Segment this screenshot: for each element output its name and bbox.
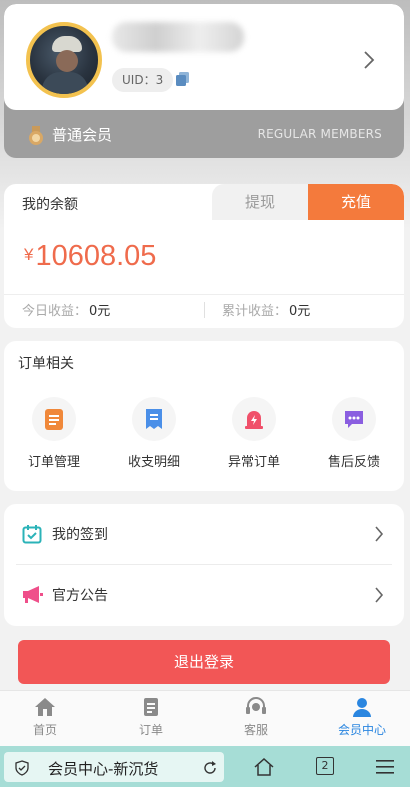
copy-icon[interactable] [174, 70, 192, 88]
orders-title: 订单相关 [18, 356, 74, 372]
withdraw-button[interactable]: 提现 [212, 184, 308, 220]
tab-label: 订单 [138, 723, 163, 737]
tab-label: 首页 [32, 723, 57, 737]
my-checkin-label: 我的签到 [52, 527, 108, 543]
today-earnings-value: 0元 [89, 304, 111, 319]
avatar[interactable] [26, 22, 102, 98]
order-item-label: 订单管理 [27, 455, 80, 470]
order-management-button[interactable]: 订单管理 [14, 397, 94, 477]
total-earnings-label: 累计收益： [222, 304, 288, 319]
abnormal-orders-button[interactable]: 异常订单 [214, 397, 294, 477]
balance-amount: ¥10608.05 [24, 240, 156, 273]
chat-icon [345, 411, 363, 428]
address-bar[interactable]: 会员中心-新沉货 [4, 752, 224, 782]
stat-separator [204, 302, 205, 318]
tabs-count-button[interactable]: 2 [316, 757, 334, 775]
receipt-icon [146, 409, 162, 429]
home-icon [35, 698, 55, 716]
chevron-right-icon[interactable] [362, 50, 376, 70]
official-announcement-label: 官方公告 [52, 588, 108, 604]
medal-icon [29, 126, 43, 145]
logout-button[interactable]: 退出登录 [18, 640, 390, 684]
shield-icon [15, 760, 29, 776]
today-earnings-label: 今日收益： [22, 304, 88, 319]
my-checkin-row[interactable]: 我的签到 [4, 504, 404, 565]
orders-card: 订单相关 订单管理 收支明细 异常订单 售后反馈 [4, 341, 404, 491]
chevron-right-icon [375, 587, 384, 603]
tab-label: 会员中心 [337, 723, 386, 737]
after-sales-button[interactable]: 售后反馈 [314, 397, 394, 477]
links-card: 我的签到 官方公告 [4, 504, 404, 626]
browser-toolbar: 会员中心-新沉货 2 [0, 746, 410, 787]
total-earnings: 累计收益： 0元 [222, 300, 310, 319]
balance-card: 我的余额 提现 充值 ¥10608.05 今日收益： 0元 累计收益： 0元 [4, 184, 404, 328]
chevron-right-icon [375, 526, 384, 542]
balance-value: 10608.05 [35, 240, 157, 272]
divider [4, 294, 404, 295]
order-icon [144, 698, 158, 716]
reload-icon[interactable] [202, 760, 218, 776]
headset-icon [246, 697, 266, 714]
tab-orders[interactable]: 订单 [111, 697, 191, 738]
clipboard-icon [45, 409, 63, 430]
uid-badge: UID：3 [112, 68, 174, 92]
username-blurred [112, 22, 244, 52]
member-level-name: 普通会员 [52, 126, 113, 144]
currency-symbol: ¥ [24, 245, 34, 264]
order-item-label: 售后反馈 [327, 455, 380, 470]
user-icon [353, 698, 371, 717]
order-item-label: 收支明细 [127, 455, 180, 470]
bottom-tabbar: 首页 订单 客服 会员中心 [0, 690, 410, 746]
alarm-icon [245, 411, 263, 429]
home-icon[interactable] [254, 758, 274, 776]
megaphone-icon [23, 586, 43, 603]
recharge-button[interactable]: 充值 [308, 184, 404, 220]
tab-customer-service[interactable]: 客服 [216, 697, 296, 738]
page-title: 会员中心-新沉货 [48, 760, 159, 778]
menu-icon[interactable] [376, 760, 394, 774]
member-card: UID：3 普通会员 REGULAR MEMBERS [4, 4, 404, 158]
calendar-check-icon [22, 525, 42, 544]
tab-member-center[interactable]: 会员中心 [322, 697, 402, 738]
total-earnings-value: 0元 [289, 304, 311, 319]
official-announcement-row[interactable]: 官方公告 [4, 565, 404, 626]
balance-title: 我的余额 [22, 197, 78, 213]
today-earnings: 今日收益： 0元 [22, 300, 110, 319]
profile-panel[interactable]: UID：3 [4, 4, 404, 110]
tab-home[interactable]: 首页 [5, 697, 85, 738]
income-expense-button[interactable]: 收支明细 [114, 397, 194, 477]
order-item-label: 异常订单 [227, 455, 280, 470]
tab-label: 客服 [243, 723, 268, 737]
member-level-english: REGULAR MEMBERS [257, 127, 382, 141]
member-level-bar: 普通会员 REGULAR MEMBERS [4, 110, 404, 158]
